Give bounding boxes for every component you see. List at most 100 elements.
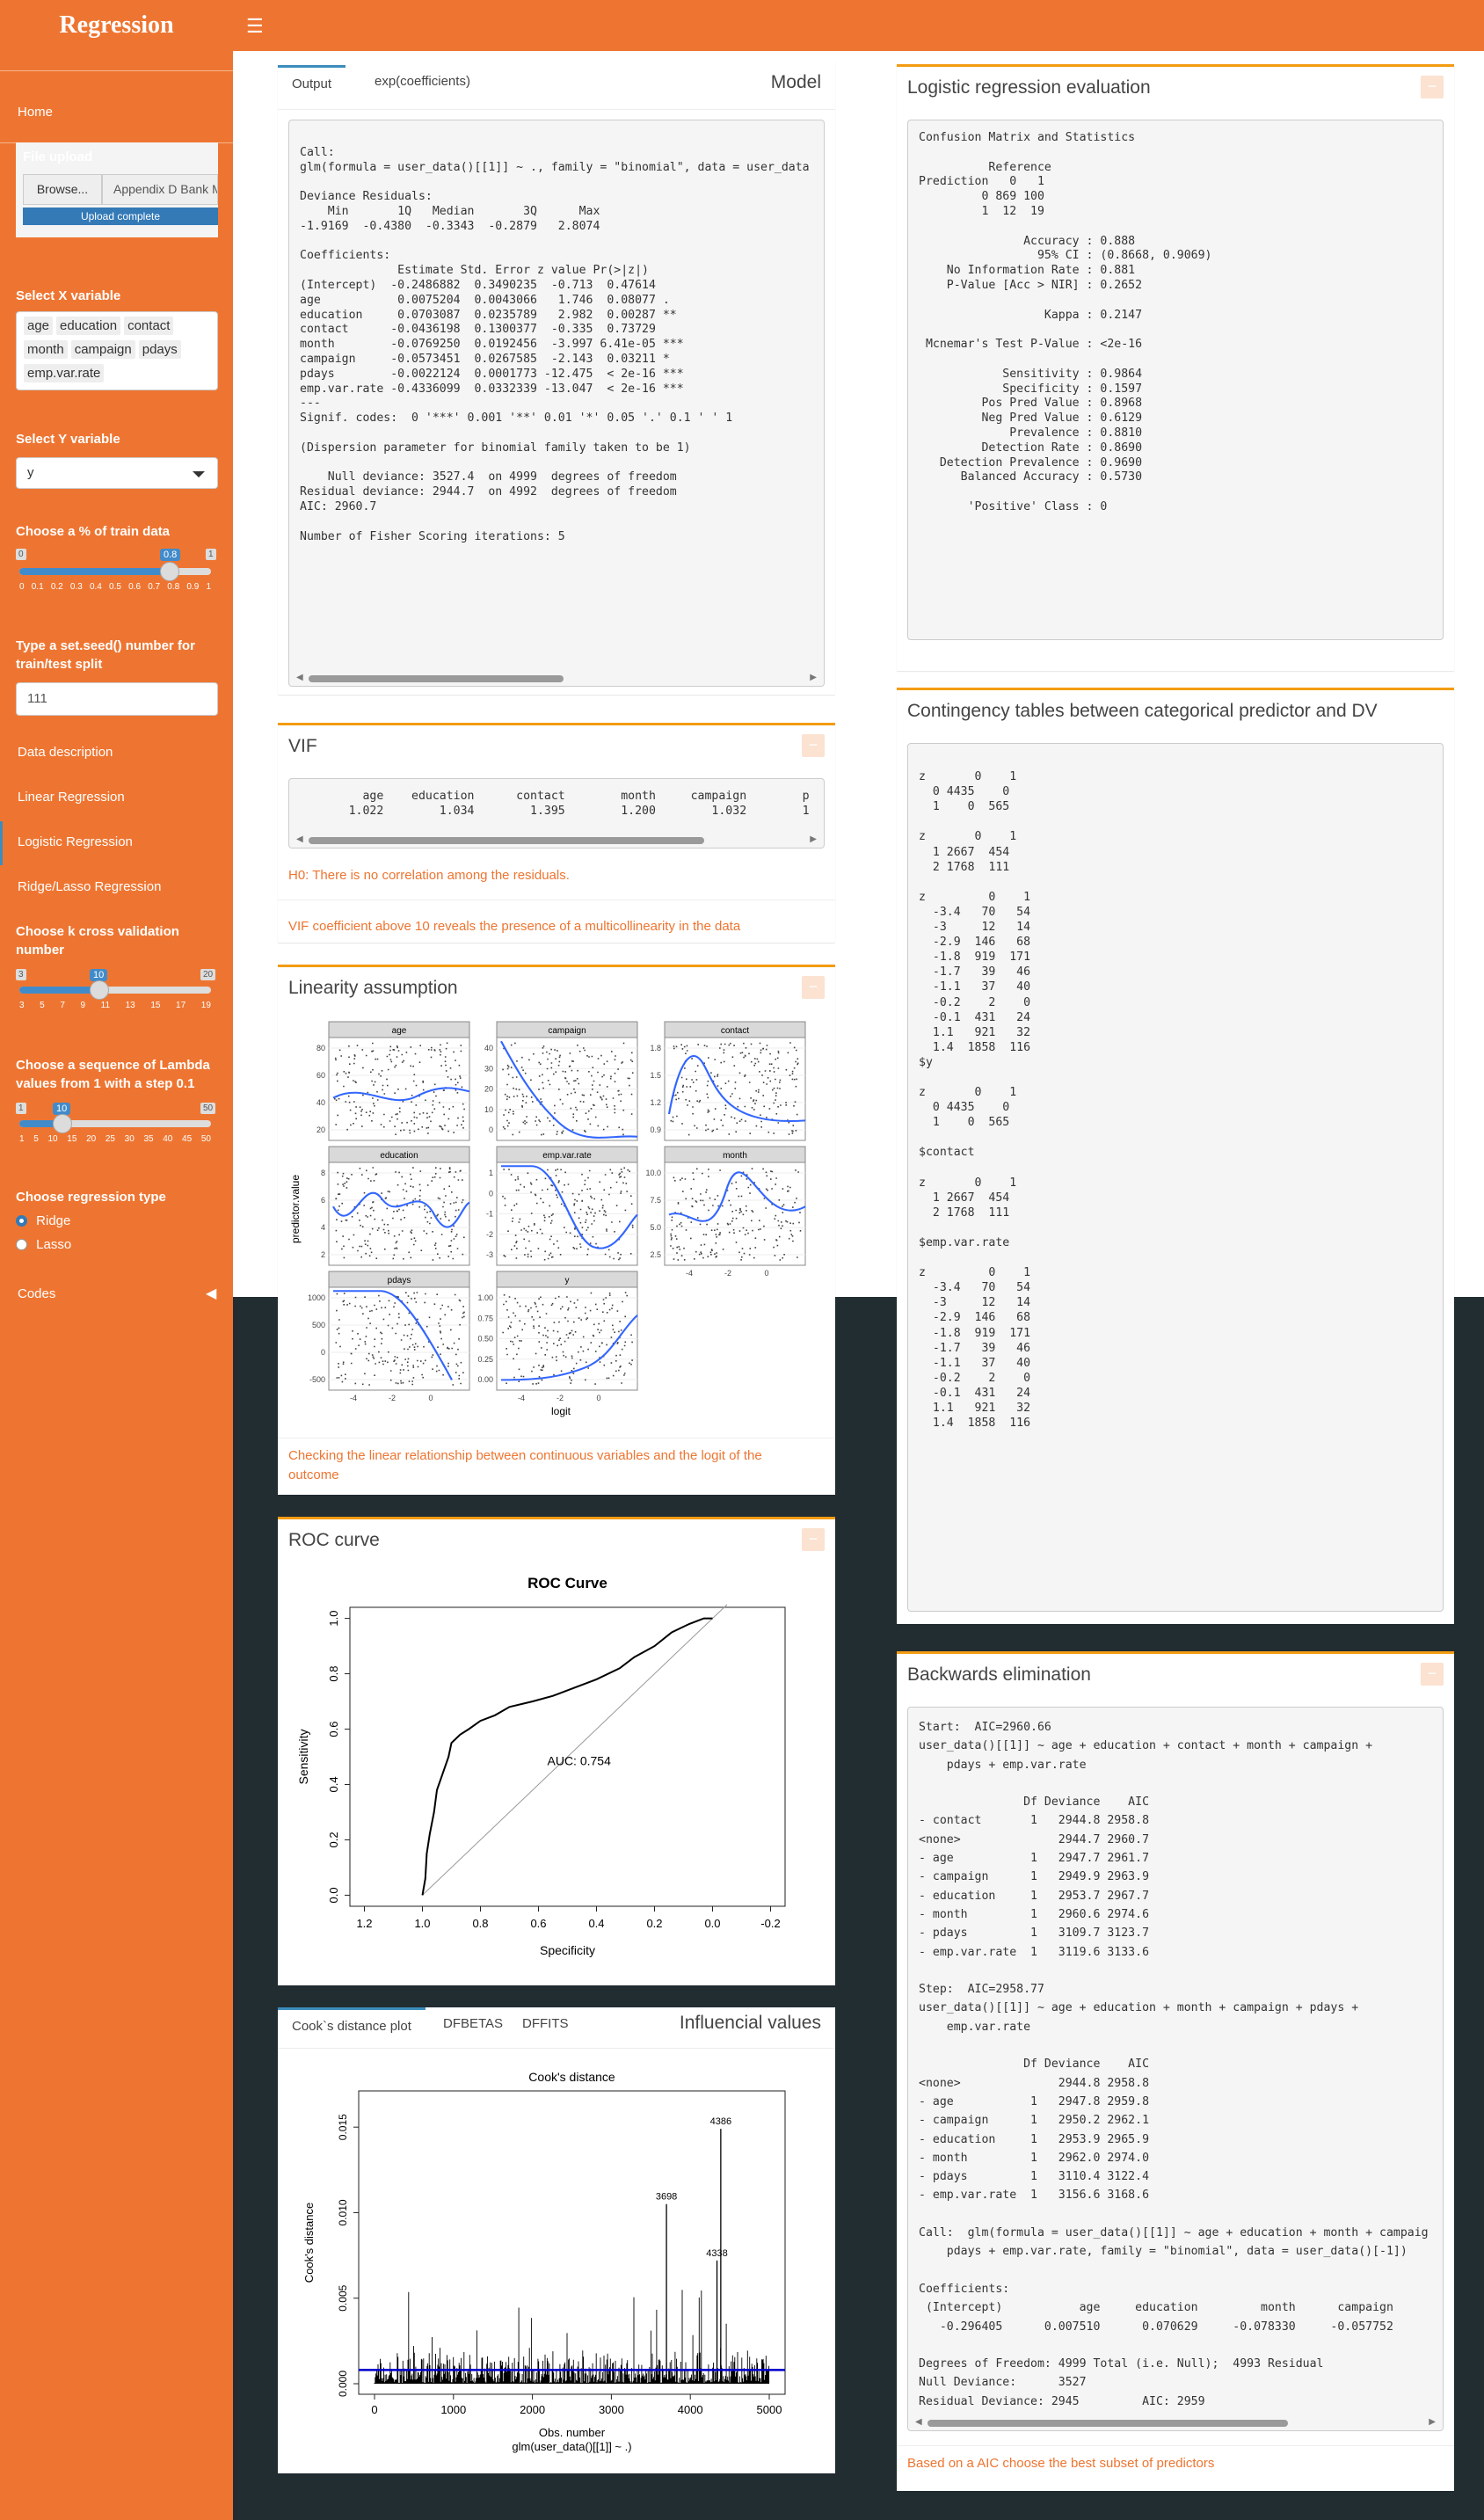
x-chip[interactable]: emp.var.rate [24,364,105,382]
sidebar-item-ridge-lasso[interactable]: Ridge/Lasso Regression [18,879,161,894]
slider-max: 1 [206,549,216,560]
backwards-note: Based on a AIC choose the best subset of… [907,2456,1215,2471]
y-tick-label: 0.8 [327,1666,340,1682]
tab-cooks-distance[interactable]: Cook`s distance plot [278,2007,426,2041]
lambda-slider[interactable]: 1 50 10 1 5 10 15 20 25 30 35 40 45 50 [0,1099,233,1152]
horizontal-scrollbar[interactable]: ◀ ▶ [296,672,817,684]
facet-y-tick: 4 [321,1223,325,1232]
tick: 0.2 [50,582,63,592]
contingency-output-text: z 0 1 0 4435 0 1 0 565 z 0 1 1 2667 454 … [919,770,1031,1431]
x-tick-label: 0.2 [646,1917,662,1930]
file-name-field: Appendix D Bank Marketing.csv [102,174,218,205]
tab-dffits[interactable]: DFFITS [508,2007,583,2041]
slider-handle[interactable] [160,562,179,581]
tick: 13 [125,1001,135,1010]
slider-max: 20 [200,969,216,980]
linearity-box: Linearity assumption − age 80 60 40 20 campai… [278,965,835,1495]
menu-toggle-icon[interactable]: ☰ [246,15,264,38]
cooks-chart-title: Cook's distance [528,2070,615,2084]
vif-note-h0: H0: There is no correlation among the re… [288,868,570,883]
facet-y-tick: 6 [321,1196,325,1205]
tab-exp-coefficients[interactable]: exp(coefficients) [360,65,484,98]
collapse-button[interactable]: − [802,976,825,999]
tick: 0.5 [109,582,121,592]
app-logo: Regression [59,11,174,39]
radio-label: Ridge [36,1213,71,1228]
y-tick-label: 0.6 [327,1721,340,1737]
browse-button[interactable]: Browse... [23,174,102,205]
facet-panel [328,1037,470,1141]
seed-input[interactable]: 111 [16,682,218,716]
facet-y-tick: -3 [486,1250,493,1259]
roc-chart-title: ROC Curve [527,1575,607,1591]
facet-y-tick: 30 [484,1064,493,1073]
facet-title: emp.var.rate [542,1151,592,1161]
radio-lasso[interactable]: Lasso [16,1236,71,1252]
k-cv-label: Choose k cross validation number [16,924,179,958]
collapse-button[interactable]: − [1421,1663,1444,1686]
radio-ridge[interactable]: Ridge [16,1213,70,1228]
slider-value: 10 [90,969,108,981]
horizontal-scrollbar[interactable]: ◀ ▶ [915,2416,1436,2429]
tab-dfbetas[interactable]: DFBETAS [429,2007,517,2041]
x-axis-label: Specificity [540,1943,595,1957]
sidebar-item-home[interactable]: Home [18,105,53,120]
facet-title: y [565,1276,570,1285]
x-tick-label: -0.2 [760,1917,780,1930]
y-tick-label: 0.2 [327,1832,340,1847]
facet-title: campaign [548,1026,586,1036]
peak-label: 4338 [706,2248,727,2259]
x-variable-select[interactable]: age education contact month campaign pdays emp… [16,311,218,390]
seed-label: Type a set.seed() number for train/test … [16,638,195,672]
y-variable-label: Select Y variable [16,432,120,447]
collapse-button[interactable]: − [1421,76,1444,98]
x-chip[interactable]: month [24,340,68,359]
tick: 0.7 [148,582,161,592]
sidebar-item-data-description[interactable]: Data description [18,745,113,760]
facet-title: age [392,1026,407,1036]
k-cv-slider[interactable]: 3 20 10 3 5 7 9 11 13 15 17 19 [0,965,233,1018]
horizontal-scrollbar[interactable]: ◀ ▶ [296,834,817,846]
tab-output[interactable]: Output [278,65,346,98]
x-chip[interactable]: education [56,317,121,335]
facet-y-tick: 7.5 [650,1196,661,1205]
facet-title: education [380,1151,418,1161]
y-variable-select[interactable]: y [16,457,218,489]
model-tabbox: Output exp(coefficients) Model Call: glm… [278,62,835,695]
x-chip[interactable]: pdays [138,340,181,359]
tick: 9 [80,1001,86,1010]
facet-title: contact [721,1026,749,1036]
sidebar-item-linear-regression[interactable]: Linear Regression [18,790,125,805]
radio-label: Lasso [36,1236,72,1252]
collapse-button[interactable]: − [802,734,825,757]
tick: 0.6 [128,582,142,592]
x-chip[interactable]: contact [124,317,174,335]
collapse-button[interactable]: − [802,1528,825,1551]
y-tick-label: 0.005 [337,2284,349,2311]
slider-handle[interactable] [90,980,109,1000]
slider-max: 50 [200,1103,216,1114]
facet-y-tick: 10.0 [645,1169,661,1177]
chevron-left-icon[interactable]: ◀ [206,1285,216,1302]
slider-track [19,987,211,994]
x-chip[interactable]: age [24,317,54,335]
facet-y-tick: 40 [484,1044,493,1052]
train-slider[interactable]: 0 1 0.8 0 0.1 0.2 0.3 0.4 0.5 0.6 0.7 0.8 0.9 1 [0,543,233,596]
facet-y-tick: 0.9 [650,1125,661,1134]
diagonal-reference-line [422,1604,728,1896]
divider [278,109,835,110]
facet-x-tick: 0 [764,1269,768,1278]
sidebar-item-codes[interactable]: Codes [18,1286,55,1301]
slider-track [19,568,211,575]
slider-ticks: 0 0.1 0.2 0.3 0.4 0.5 0.6 0.7 0.8 0.9 1 [19,582,211,592]
tick: 0.3 [69,582,83,592]
vif-output: age education contact month campaign p 1… [288,778,825,848]
x-chip[interactable]: campaign [70,340,135,359]
regression-type-label: Choose regression type [16,1190,166,1205]
facet-y-tick: -2 [486,1230,493,1239]
sidebar-item-logistic-regression[interactable]: Logistic Regression [18,834,133,849]
tick: 25 [105,1134,115,1144]
slider-handle[interactable] [53,1114,72,1133]
x-tick-label: 1.2 [356,1917,372,1930]
x-variable-label: Select X variable [16,288,121,303]
